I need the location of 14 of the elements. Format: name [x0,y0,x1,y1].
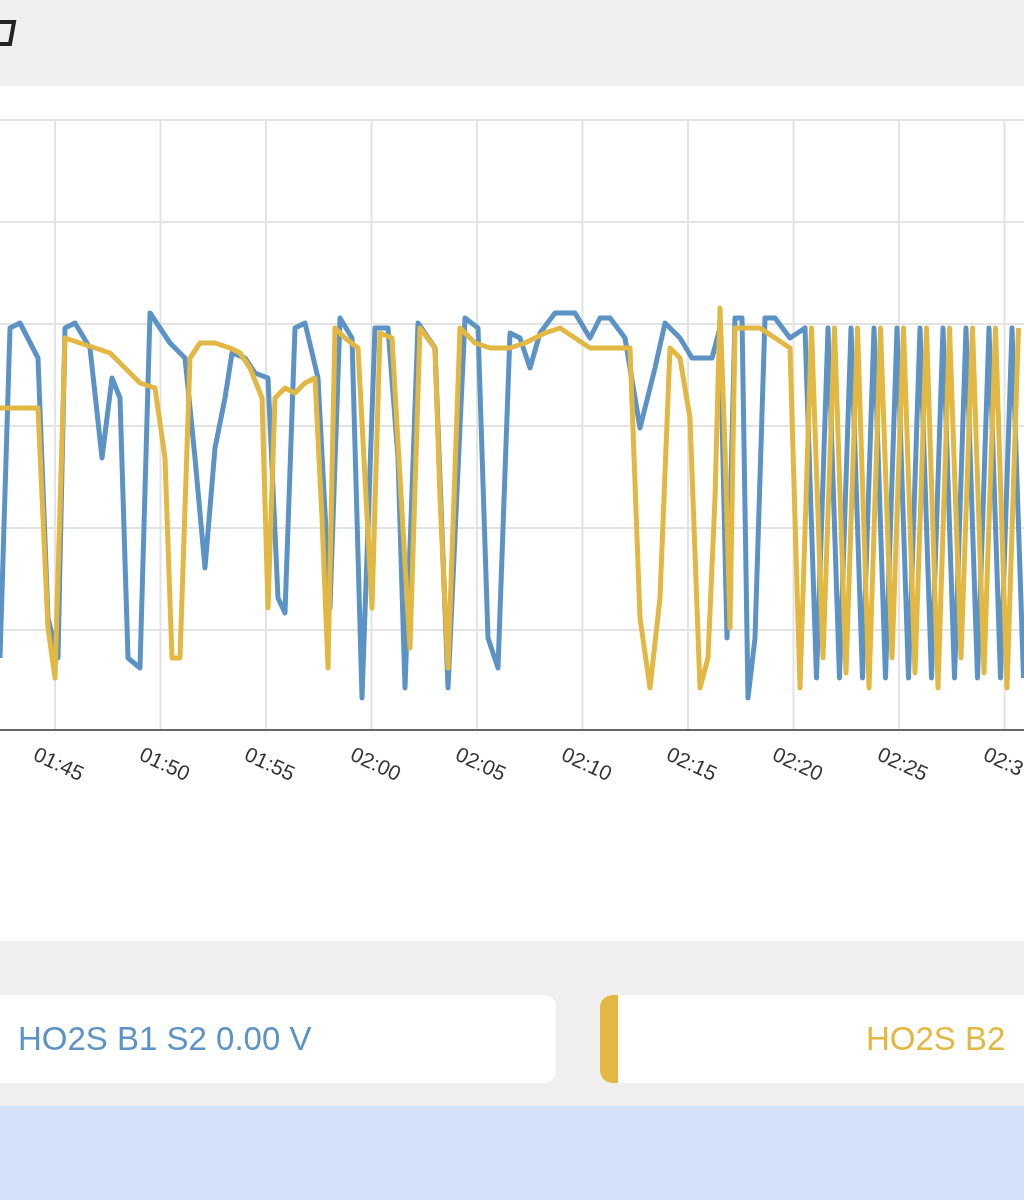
x-axis-label: 02:00 [346,742,405,786]
legend-label: HO2S B1 S2 0.00 V [17,1020,312,1058]
x-axis-label: 02:15 [662,742,721,786]
x-axis-label: 02:05 [451,742,510,786]
x-axis-label: 01:50 [135,742,194,786]
x-axis-label: 02:25 [873,742,932,786]
x-axis-label: 02:3 [979,742,1024,782]
x-axis-label: 02:10 [557,742,616,786]
x-axis-label: 01:55 [240,742,299,786]
legend-label: HO2S B2 [865,1020,1006,1058]
x-axis-label: 02:20 [768,742,827,786]
legend-card[interactable]: HO2S B1 S2 0.00 V [0,995,556,1083]
legend-card[interactable]: HO2S B2 [600,995,1024,1083]
x-axis-label: 01:45 [29,742,88,786]
